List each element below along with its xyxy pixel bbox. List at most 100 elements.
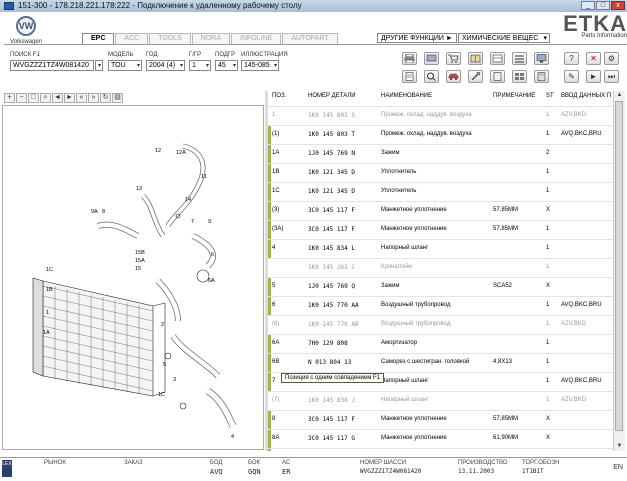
monitor-icon — [536, 54, 547, 63]
settings-button[interactable]: ⚙ — [604, 52, 619, 65]
printer-icon — [404, 54, 415, 63]
chemicals-dropdown[interactable]: ХИМИЧЕСКИЕ ВЕЩЕС ▾ — [458, 33, 550, 43]
col-name[interactable]: НАИМЕНОВАНИЕ — [381, 93, 432, 99]
engine-value: AVQ — [210, 468, 223, 476]
grid-button[interactable] — [512, 70, 527, 83]
cell-note: 4,8X13 — [493, 359, 513, 365]
model-value: TOU — [111, 62, 126, 69]
forward-button[interactable]: ► — [586, 70, 601, 83]
search-dropdown-button[interactable]: ▾ — [95, 60, 103, 71]
table-row[interactable]: (3) 3C0 145 117 F Манжетное уплотнение 57,8… — [268, 201, 613, 220]
cell-name: Манжетное уплотнение — [381, 207, 447, 213]
tab-acc[interactable]: ACC — [115, 33, 149, 44]
monitor-button[interactable] — [534, 52, 549, 65]
lex-badge[interactable]: LEX — [2, 460, 12, 477]
hgr-select[interactable]: 1 ▾ — [189, 60, 211, 71]
print-button[interactable] — [402, 52, 417, 65]
table-row[interactable]: 1B 1K0 121 345 D Уплотнитель 1 — [268, 163, 613, 182]
tab-infoline[interactable]: INFOLINE — [231, 33, 282, 44]
tools-button[interactable] — [468, 70, 483, 83]
tab-epc[interactable]: EPC — [82, 33, 115, 44]
col-st[interactable]: ST — [546, 93, 554, 99]
table-row[interactable]: 5 1J0 145 769 Q Зажим SCA52 X — [268, 277, 613, 296]
tab-tools[interactable]: TOOLS — [149, 33, 191, 44]
tab-autopart[interactable]: AUTOPART — [282, 33, 338, 44]
cell-pos: 6B — [272, 359, 280, 365]
fit-icon[interactable]: □ — [28, 93, 39, 103]
parts-illustration[interactable]: 12A 12 11 13 14 9A 8 7 9 6 6A 15B 15A 15… — [2, 105, 264, 450]
bulletin-button[interactable] — [490, 70, 505, 83]
table-button[interactable] — [490, 52, 505, 65]
help-button[interactable]: ? — [564, 52, 579, 65]
cell-pos: 1 — [272, 112, 276, 118]
next-icon[interactable]: ► — [64, 93, 75, 103]
chevron-down-icon: ▾ — [205, 63, 209, 69]
table-row[interactable]: 8 3C0 145 117 F Манжетное уплотнение 57,85M… — [268, 410, 613, 429]
first-icon[interactable]: « — [76, 93, 87, 103]
table-row[interactable]: 1 1K0 145 803 S Промеж. охлад. наддув. воз… — [268, 106, 613, 125]
book-icon — [470, 54, 481, 63]
table-row[interactable]: (1) 1K0 145 803 T Промеж. охлад. наддув. в… — [268, 125, 613, 144]
car-button[interactable] — [446, 70, 461, 83]
table-row[interactable]: (6) 1K0 145 770 AB Воздушный трубопровод 1 A… — [268, 315, 613, 334]
year-select[interactable]: 2004 (4) ▾ — [146, 60, 185, 71]
table-scrollbar[interactable]: ▲ ▼ — [613, 91, 625, 451]
book-button[interactable] — [468, 52, 483, 65]
search-input[interactable]: WVGZZZ1TZ4W081420 — [10, 60, 94, 71]
language-indicator[interactable]: EN — [613, 464, 623, 471]
minimize-button[interactable]: _ — [581, 1, 595, 10]
other-functions-dropdown[interactable]: ДРУГИЕ ФУНКЦИИ ► — [377, 33, 457, 43]
cell-name: Промеж. охлад. наддув. воздуха — [381, 112, 472, 118]
tab-nora[interactable]: NORA — [191, 33, 231, 44]
etka-app: VW Volkswagen ETKA Parts Information EPC… — [0, 12, 627, 481]
scroll-thumb[interactable] — [615, 101, 623, 431]
production-value: 13.11.2003 — [458, 468, 495, 475]
list-button[interactable] — [512, 52, 527, 65]
col-note[interactable]: ПРИМЕЧАНИЕ — [493, 93, 535, 99]
col-model[interactable]: ВВОД ДАННЫХ П — [561, 93, 611, 99]
col-part[interactable]: НОМЕР ДЕТАЛИ — [308, 93, 356, 99]
row-marker — [268, 126, 271, 144]
table-row[interactable]: 91K0 145 832 BСоединительная трубка1AVQ,… — [268, 448, 613, 451]
table-row[interactable]: 8A 3C0 145 117 G Манжетное уплотнение 61,90… — [268, 429, 613, 448]
table-row[interactable]: 1K0 145 263 C Кронштейн 1 — [268, 258, 613, 277]
table-row[interactable]: 1A 1J0 145 769 N Зажим 2 — [268, 144, 613, 163]
cart-button[interactable] — [446, 52, 461, 65]
last-icon[interactable]: » — [88, 93, 99, 103]
exit-icon: ✕ — [590, 54, 597, 63]
scroll-up-icon[interactable]: ▲ — [614, 91, 625, 100]
prev-icon[interactable]: ◄ — [52, 93, 63, 103]
note-button[interactable] — [402, 70, 417, 83]
table-row[interactable]: 6 1K0 145 770 AA Воздушный трубопровод 1 AVQ… — [268, 296, 613, 315]
pin-button[interactable]: ✎ — [564, 70, 579, 83]
close-button[interactable]: x — [611, 1, 625, 10]
cell-part: N 013 804 13 — [308, 359, 352, 366]
zoom-in-icon[interactable]: + — [4, 93, 15, 103]
subgroup-select[interactable]: 45 ▾ — [215, 60, 238, 71]
table-row[interactable]: (7) 1K0 145 838 J Напорный шланг 1 AZV,BKD — [268, 391, 613, 410]
row-marker — [268, 335, 271, 353]
cell-pos: (7) — [272, 397, 280, 403]
exit-button[interactable]: ✕ — [586, 52, 601, 65]
table-row[interactable]: 4 1K0 145 834 L Напорный шланг 1 — [268, 239, 613, 258]
cell-model: AZV,BKD — [561, 321, 587, 327]
zoom-out-icon[interactable]: − — [16, 93, 27, 103]
model-select[interactable]: TOU ▾ — [108, 60, 142, 71]
rotate-icon[interactable]: ↻ — [100, 93, 111, 103]
table-row[interactable]: 1C 1K0 121 345 D Уплотнитель 1 — [268, 182, 613, 201]
last-button[interactable]: ⏭ — [604, 70, 619, 83]
view-button[interactable] — [424, 52, 439, 65]
illustration-select[interactable]: 145-085 ▾ — [241, 60, 279, 71]
table-row[interactable]: 6B N 013 804 13 Саморез с шестигран. голов… — [268, 353, 613, 372]
cell-st: 1 — [546, 340, 550, 346]
magnifier-icon[interactable]: ⌕ — [40, 93, 51, 103]
scroll-down-icon[interactable]: ▼ — [614, 442, 625, 451]
table-row[interactable]: 6A 7H0 129 808 Амортизатор 1 — [268, 334, 613, 353]
col-pos[interactable]: ПОЗ. — [272, 93, 286, 99]
table-row[interactable]: (3A) 3C0 145 117 F Манжетное уплотнение 57,… — [268, 220, 613, 239]
print-small-icon[interactable]: ▤ — [112, 93, 123, 103]
search-button[interactable] — [424, 70, 439, 83]
maximize-button[interactable]: □ — [596, 1, 610, 10]
calc-button[interactable] — [534, 70, 549, 83]
row-marker — [268, 221, 271, 239]
